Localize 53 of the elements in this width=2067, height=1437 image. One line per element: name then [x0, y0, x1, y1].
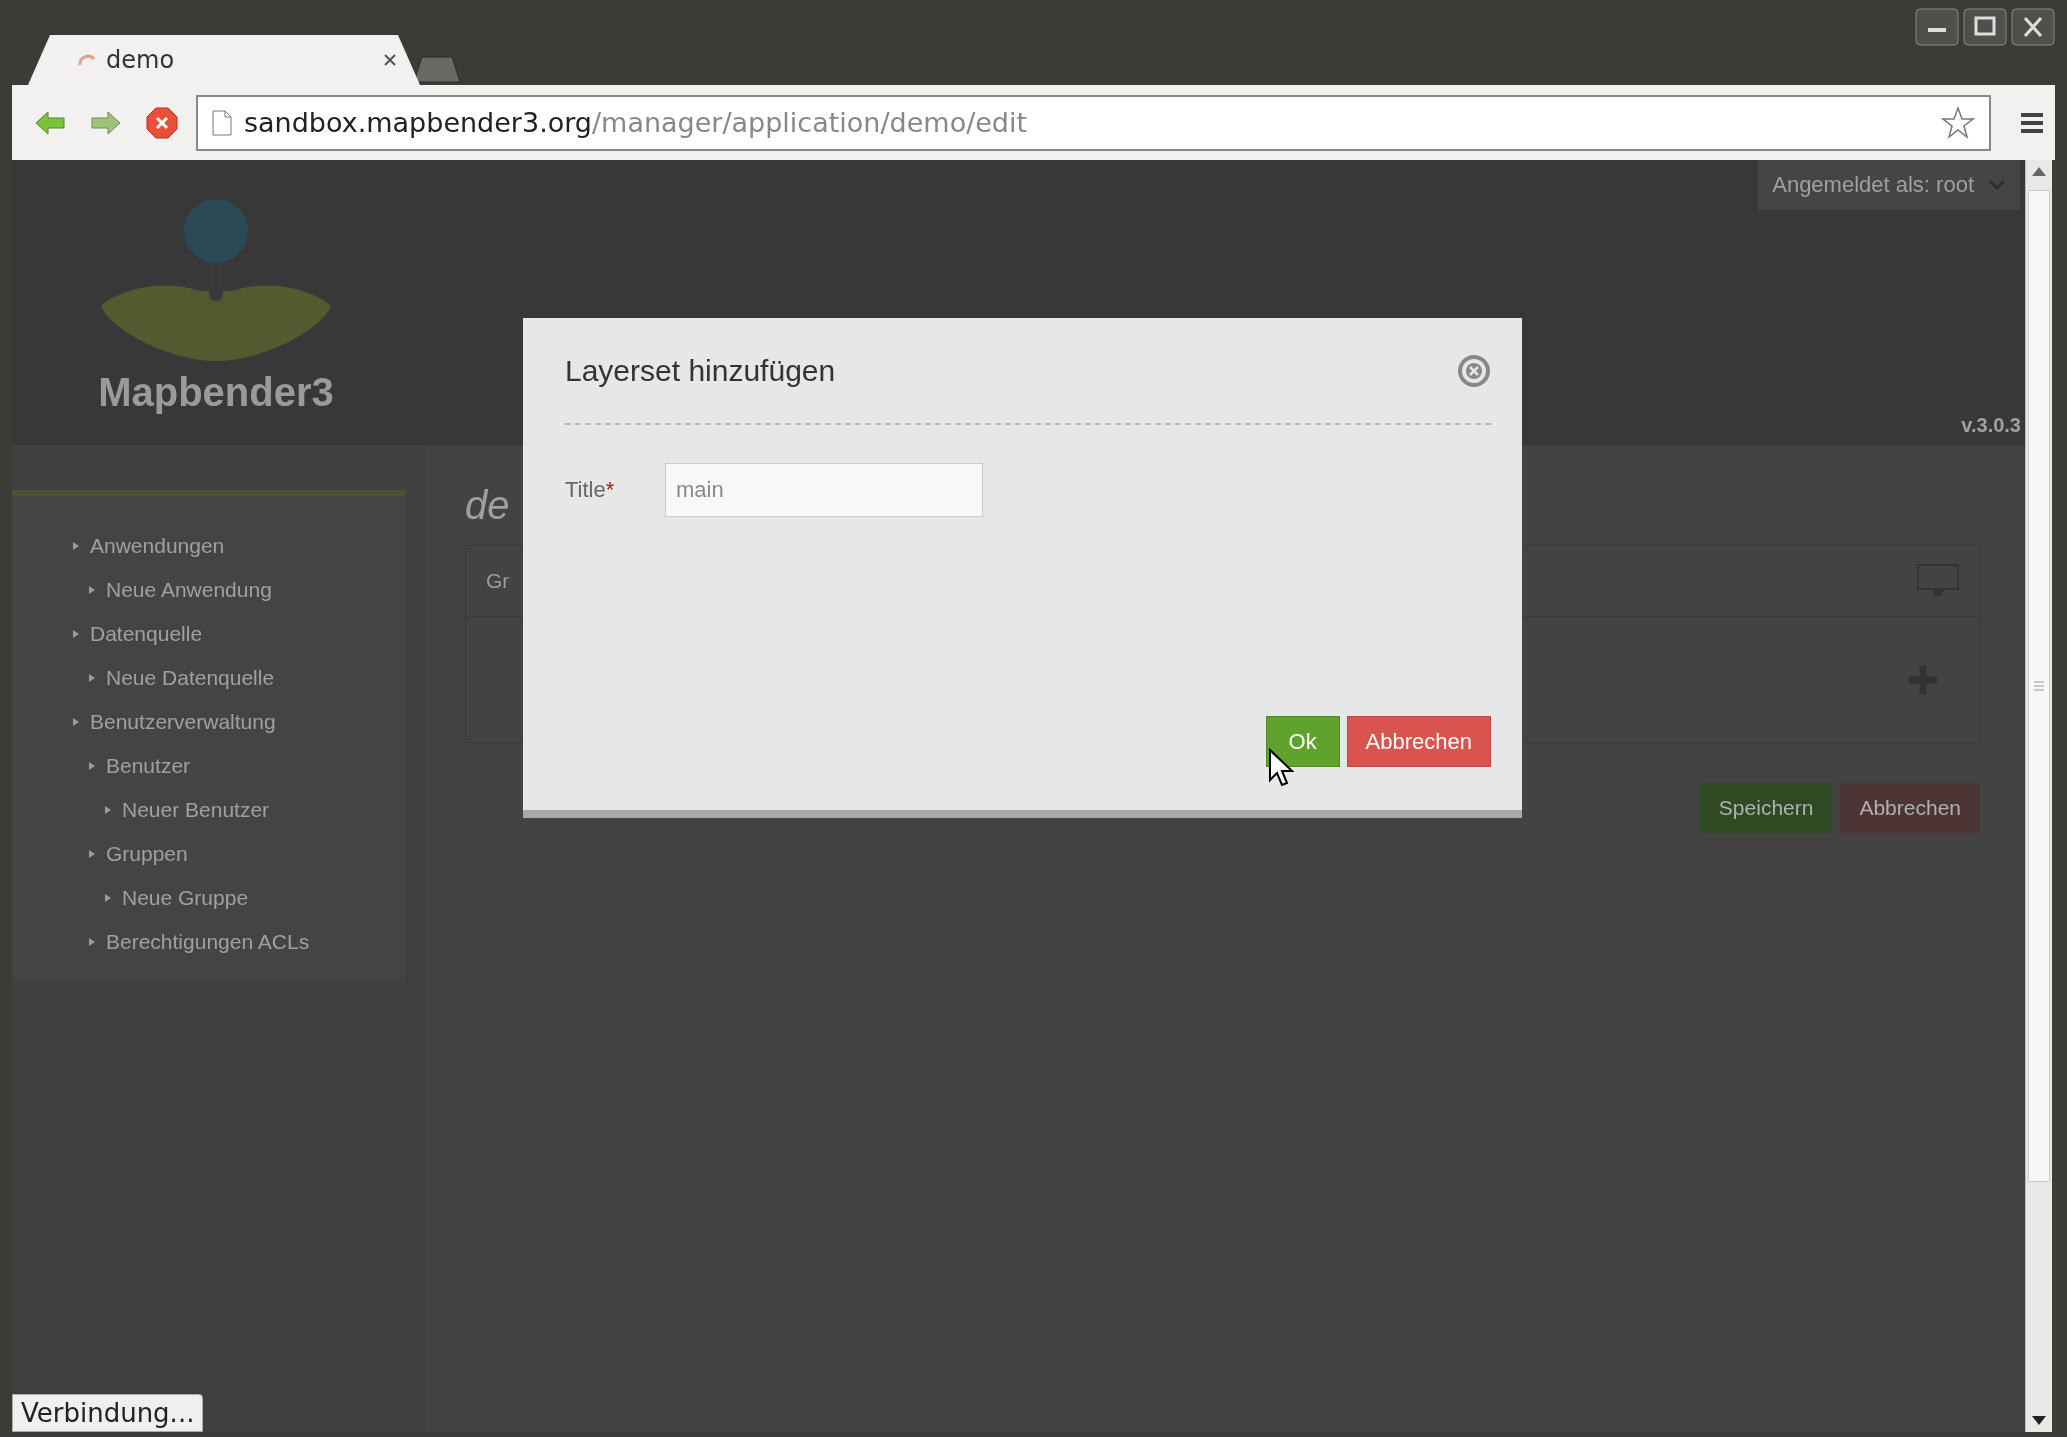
sidebar-link[interactable]: Neue Gruppe — [12, 876, 406, 920]
cancel-button[interactable]: Abbrechen — [1346, 716, 1491, 767]
triangle-icon — [88, 761, 96, 771]
sidebar-link[interactable]: Neuer Benutzer — [12, 788, 406, 832]
page-icon — [212, 109, 232, 136]
maximize-button[interactable] — [1963, 8, 2007, 46]
star-icon[interactable] — [1941, 105, 1975, 140]
triangle-icon — [88, 937, 96, 947]
ok-button[interactable]: Ok — [1265, 716, 1340, 767]
stop-icon[interactable] — [146, 106, 178, 139]
back-arrow-icon[interactable] — [34, 109, 66, 136]
loading-spinner-icon — [78, 54, 96, 66]
tab-label[interactable]: Gr — [486, 569, 510, 593]
grip-icon — [2032, 679, 2046, 693]
field-label: Title* — [565, 477, 616, 503]
cancel-button[interactable]: Abbrechen — [1840, 783, 1980, 833]
title-input[interactable]: main — [665, 463, 983, 517]
dialog-title: Layerset hinzufügen — [565, 353, 836, 388]
minimize-button[interactable] — [1915, 8, 1959, 46]
scrollbar[interactable] — [2025, 160, 2052, 1432]
close-icon[interactable] — [1457, 353, 1491, 388]
scrollbar-thumb[interactable] — [2028, 190, 2050, 1182]
sidebar-link[interactable]: Gruppen — [12, 832, 406, 876]
sidebar-link[interactable]: Neue Datenquelle — [12, 656, 406, 700]
save-button[interactable]: Speichern — [1699, 783, 1833, 833]
triangle-icon — [72, 629, 80, 639]
close-button[interactable] — [2011, 8, 2055, 46]
triangle-icon — [88, 673, 96, 683]
menu-icon[interactable] — [2019, 110, 2045, 135]
address-bar[interactable]: sandbox.mapbender3.org/manager/application/demo/edit — [196, 94, 1991, 151]
triangle-icon — [72, 541, 80, 551]
tab-title: demo — [106, 46, 175, 74]
status-bubble: Verbindung... — [12, 1394, 204, 1432]
page-heading: de — [465, 481, 510, 529]
logo-text: Mapbender3 — [98, 370, 334, 415]
triangle-icon — [88, 849, 96, 859]
user-menu[interactable]: Angemeldet als: root — [1758, 160, 2020, 210]
mouse-pointer-icon — [1268, 748, 1294, 788]
sidebar-link[interactable]: Benutzer — [12, 744, 406, 788]
version-label: v.3.0.3 — [1961, 414, 2021, 437]
triangle-icon — [88, 585, 96, 595]
sidebar-link[interactable]: Datenquelle — [12, 612, 406, 656]
sidebar-link[interactable]: Neue Anwendung — [12, 568, 406, 612]
triangle-icon — [72, 717, 80, 727]
sidebar-link[interactable]: Berechtigungen ACLs — [12, 920, 406, 964]
triangle-icon — [104, 805, 112, 815]
sidebar-link[interactable]: Benutzerverwaltung — [12, 700, 406, 744]
browser-tab[interactable]: demo — [28, 35, 420, 85]
url-text: sandbox.mapbender3.org/manager/application/demo/edit — [244, 107, 1028, 138]
forward-arrow-icon[interactable] — [90, 109, 122, 136]
close-icon[interactable] — [382, 52, 398, 68]
sidebar-link[interactable]: Anwendungen — [12, 524, 406, 568]
triangle-icon — [104, 893, 112, 903]
